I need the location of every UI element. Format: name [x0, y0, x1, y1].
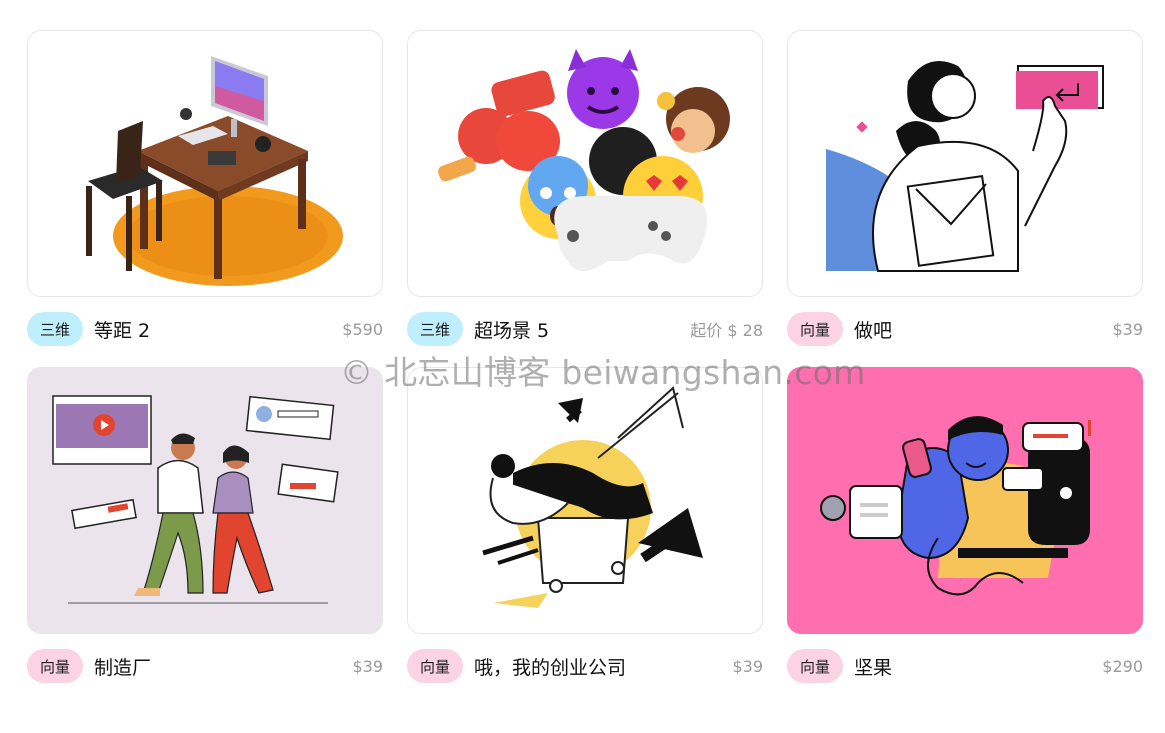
product-price: $39	[732, 656, 763, 676]
desk-scene-illustration	[86, 56, 343, 286]
category-badge[interactable]: 向量	[407, 649, 463, 683]
product-title[interactable]: 做吧	[854, 316, 892, 343]
product-meta: 三维 等距 2 $590	[27, 297, 383, 361]
product-thumbnail[interactable]	[27, 367, 383, 634]
product-meta: 向量 哦，我的创业公司 $39	[407, 634, 763, 698]
product-thumbnail[interactable]	[27, 30, 383, 297]
product-price: $290	[1102, 656, 1143, 676]
product-title[interactable]: 哦，我的创业公司	[474, 653, 626, 680]
product-meta: 三维 超场景 5 起价 $ 28	[407, 297, 763, 361]
emoji-3d-illustration	[438, 49, 730, 271]
product-title[interactable]: 等距 2	[94, 316, 150, 343]
product-title[interactable]: 超场景 5	[474, 316, 549, 343]
product-card[interactable]: 向量 坚果 $290	[787, 367, 1143, 698]
product-price: 起价 $ 28	[690, 321, 763, 340]
product-meta: 向量 坚果 $290	[787, 634, 1143, 698]
product-thumbnail[interactable]	[407, 367, 763, 634]
product-thumbnail[interactable]	[407, 30, 763, 297]
product-meta: 向量 制造厂 $39	[27, 634, 383, 698]
product-grid: 三维 等距 2 $590 三维 超场景 5 起价 $ 28 向量 做吧 $39 …	[27, 30, 1143, 698]
product-card[interactable]: 三维 超场景 5 起价 $ 28	[407, 30, 763, 361]
product-price: $39	[352, 656, 383, 676]
product-card[interactable]: 向量 制造厂 $39	[27, 367, 383, 698]
product-card[interactable]: 三维 等距 2 $590	[27, 30, 383, 361]
product-card[interactable]: 向量 做吧 $39	[787, 30, 1143, 361]
category-badge[interactable]: 三维	[27, 312, 83, 346]
factory-team-illustration	[28, 368, 382, 633]
category-badge[interactable]: 向量	[27, 649, 83, 683]
category-badge[interactable]: 向量	[787, 649, 843, 683]
product-thumbnail[interactable]	[787, 30, 1143, 297]
product-title[interactable]: 制造厂	[94, 653, 151, 680]
category-badge[interactable]: 向量	[787, 312, 843, 346]
product-thumbnail[interactable]	[787, 367, 1143, 634]
startup-illustration	[482, 386, 703, 608]
nuts-illustration	[788, 368, 1142, 633]
product-title[interactable]: 坚果	[854, 653, 892, 680]
product-price: $39	[1112, 319, 1143, 339]
product-meta: 向量 做吧 $39	[787, 297, 1143, 361]
product-card[interactable]: 向量 哦，我的创业公司 $39	[407, 367, 763, 698]
category-badge[interactable]: 三维	[407, 312, 463, 346]
woman-pointing-illustration	[826, 61, 1104, 272]
product-price: $590	[342, 319, 383, 339]
